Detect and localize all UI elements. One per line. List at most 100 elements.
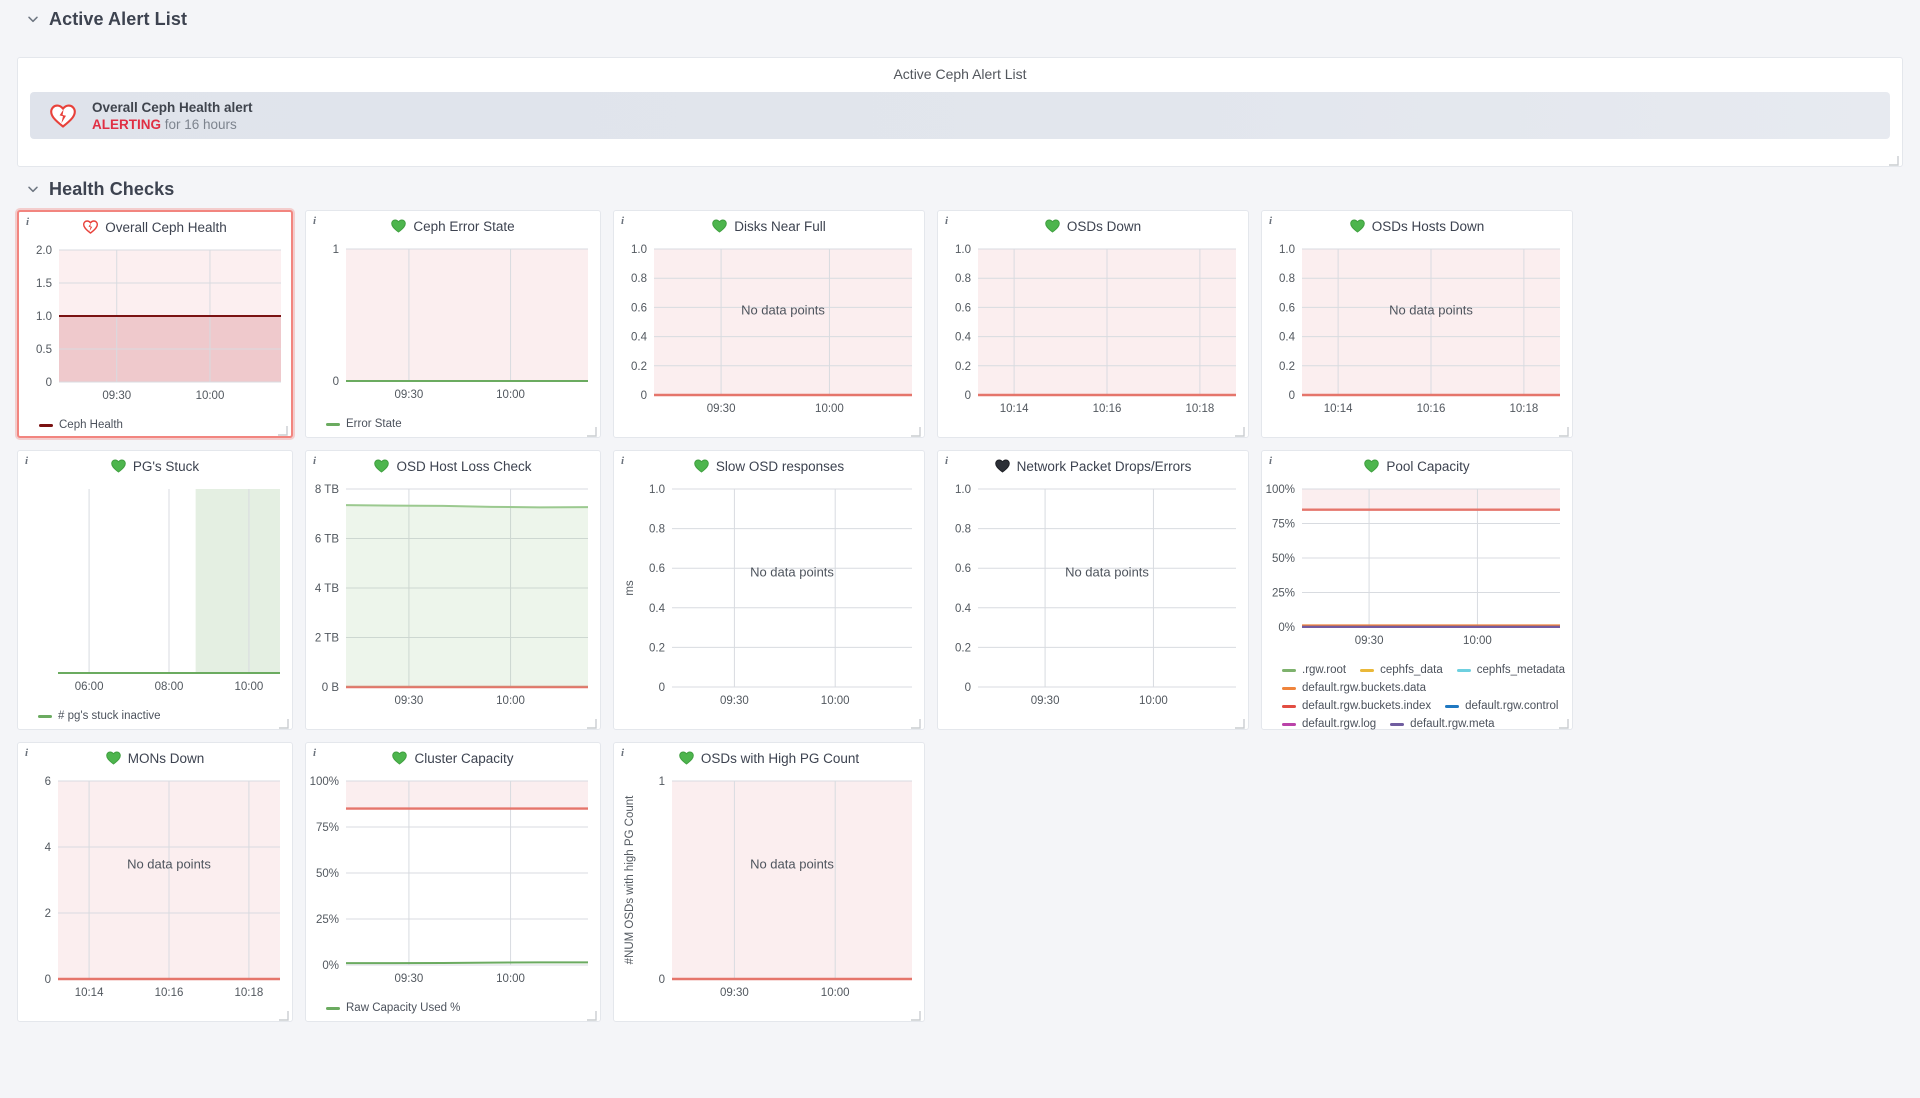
panel-chart[interactable]: 0109:3010:00 (306, 241, 600, 411)
panel-osds-with-high-pg-count[interactable]: iOSDs with High PG Count0109:3010:00No d… (613, 742, 925, 1022)
panel-resize-handle[interactable] (278, 1008, 289, 1019)
panel-chart[interactable]: 0%25%50%75%100%09:3010:00 (1262, 481, 1572, 657)
panel-mons-down[interactable]: iMONs Down024610:1410:1610:18No data poi… (17, 742, 293, 1022)
panel-resize-handle[interactable] (278, 716, 289, 727)
panel-chart[interactable]: 0109:3010:00No data points#NUM OSDs with… (614, 773, 924, 1009)
svg-text:10:00: 10:00 (496, 695, 525, 707)
panel-chart[interactable]: 00.20.40.60.81.009:3010:00No data points… (614, 481, 924, 717)
alert-list-item[interactable]: Overall Ceph Health alert ALERTING for 1… (30, 92, 1890, 139)
legend-item[interactable]: default.rgw.control (1445, 699, 1558, 714)
svg-text:0.4: 0.4 (631, 332, 648, 344)
panel-disks-near-full[interactable]: iDisks Near Full00.20.40.60.81.009:3010:… (613, 210, 925, 438)
panel-resize-handle[interactable] (910, 424, 921, 435)
info-icon[interactable]: i (313, 747, 316, 759)
heart-green-icon (111, 459, 126, 473)
info-icon[interactable]: i (25, 747, 28, 759)
info-icon[interactable]: i (621, 455, 624, 467)
legend-item[interactable]: Error State (326, 417, 402, 432)
svg-text:10:00: 10:00 (821, 987, 850, 999)
panel-header: iOSD Host Loss Check (306, 451, 600, 481)
panel-pgs-stuck[interactable]: iPG's Stuck06:0008:0010:00# pg's stuck i… (17, 450, 293, 730)
svg-text:0.5: 0.5 (36, 344, 52, 356)
svg-text:0.8: 0.8 (1279, 273, 1295, 285)
legend-item[interactable]: .rgw.root (1282, 663, 1346, 678)
panel-chart[interactable]: 0 B2 TB4 TB6 TB8 TB09:3010:00 (306, 481, 600, 717)
legend-item[interactable]: cephfs_data (1360, 663, 1443, 678)
legend-color-swatch (1282, 687, 1296, 690)
svg-text:0: 0 (45, 974, 51, 986)
svg-text:10:16: 10:16 (1417, 403, 1446, 415)
panel-chart[interactable]: 00.20.40.60.81.009:3010:00No data points (614, 241, 924, 425)
info-icon[interactable]: i (945, 215, 948, 227)
panel-chart[interactable]: 00.51.01.52.009:3010:00 (19, 242, 291, 412)
row-header-active-alert-list[interactable]: Active Alert List (0, 0, 1920, 38)
no-data-message: No data points (127, 857, 211, 872)
legend-item[interactable]: # pg's stuck inactive (38, 709, 161, 724)
panel-resize-handle[interactable] (1234, 424, 1245, 435)
panel-resize-handle[interactable] (1234, 716, 1245, 727)
legend-color-swatch (1445, 705, 1459, 708)
svg-text:09:30: 09:30 (395, 695, 424, 707)
info-icon[interactable]: i (1269, 455, 1272, 467)
panel-resize-handle[interactable] (910, 716, 921, 727)
legend-label: Ceph Health (59, 418, 123, 433)
legend-item[interactable]: default.rgw.meta (1390, 717, 1494, 732)
panel-chart[interactable]: 06:0008:0010:00 (18, 481, 292, 703)
row-header-health-checks[interactable]: Health Checks (0, 170, 174, 208)
legend-item[interactable]: default.rgw.buckets.index (1282, 699, 1431, 714)
info-icon[interactable]: i (1269, 215, 1272, 227)
legend-color-swatch (326, 1007, 340, 1010)
panel-resize-handle[interactable] (586, 424, 597, 435)
legend-item[interactable]: Ceph Health (39, 418, 123, 433)
legend-label: # pg's stuck inactive (58, 709, 161, 724)
legend-item[interactable]: cephfs_metadata (1457, 663, 1565, 678)
legend-item[interactable]: Raw Capacity Used % (326, 1001, 460, 1016)
panel-resize-handle[interactable] (586, 716, 597, 727)
panel-chart[interactable]: 024610:1410:1610:18No data points (18, 773, 292, 1009)
legend-label: cephfs_data (1380, 663, 1443, 678)
panel-resize-handle[interactable] (1558, 716, 1569, 727)
legend-item[interactable]: default.rgw.buckets.data (1282, 681, 1426, 696)
svg-text:09:30: 09:30 (1031, 695, 1060, 707)
panel-resize-handle[interactable] (1558, 424, 1569, 435)
legend-label: .rgw.root (1302, 663, 1346, 678)
info-icon[interactable]: i (313, 215, 316, 227)
alert-duration: for 16 hours (165, 117, 237, 132)
panel-resize-handle[interactable] (1888, 153, 1899, 164)
info-icon[interactable]: i (945, 455, 948, 467)
legend-item[interactable]: default.rgw.log (1282, 717, 1376, 732)
panel-resize-handle[interactable] (586, 1008, 597, 1019)
panel-chart[interactable]: 0%25%50%75%100%09:3010:00 (306, 773, 600, 995)
panel-osds-down[interactable]: iOSDs Down00.20.40.60.81.010:1410:1610:1… (937, 210, 1249, 438)
info-icon[interactable]: i (313, 455, 316, 467)
panel-overall-ceph-health[interactable]: iOverall Ceph Health00.51.01.52.009:3010… (17, 210, 293, 438)
svg-text:0.2: 0.2 (649, 642, 665, 654)
svg-text:06:00: 06:00 (75, 681, 104, 693)
panel-ceph-error-state[interactable]: iCeph Error State0109:3010:00Error State (305, 210, 601, 438)
panel-resize-handle[interactable] (910, 1008, 921, 1019)
panel-slow-osd-responses[interactable]: iSlow OSD responses00.20.40.60.81.009:30… (613, 450, 925, 730)
panel-resize-handle[interactable] (277, 423, 288, 434)
svg-text:0.2: 0.2 (955, 361, 971, 373)
svg-text:10:18: 10:18 (1509, 403, 1538, 415)
heart-green-icon (392, 751, 407, 765)
svg-text:100%: 100% (1266, 484, 1295, 496)
chart-legend: Error State (306, 411, 600, 432)
panel-osds-hosts-down[interactable]: iOSDs Hosts Down00.20.40.60.81.010:1410:… (1261, 210, 1573, 438)
panel-chart[interactable]: 00.20.40.60.81.010:1410:1610:18 (938, 241, 1248, 425)
panel-chart[interactable]: 00.20.40.60.81.010:1410:1610:18No data p… (1262, 241, 1572, 425)
info-icon[interactable]: i (621, 215, 624, 227)
panel-header: iSlow OSD responses (614, 451, 924, 481)
panel-osd-host-loss-check[interactable]: iOSD Host Loss Check0 B2 TB4 TB6 TB8 TB0… (305, 450, 601, 730)
heart-green-icon (391, 219, 406, 233)
panel-cluster-capacity[interactable]: iCluster Capacity0%25%50%75%100%09:3010:… (305, 742, 601, 1022)
panel-pool-capacity[interactable]: iPool Capacity0%25%50%75%100%09:3010:00.… (1261, 450, 1573, 730)
heart-green-icon (1350, 219, 1365, 233)
chart-legend: .rgw.root cephfs_data cephfs_metadatadefau… (1262, 657, 1572, 732)
info-icon[interactable]: i (621, 747, 624, 759)
panel-network-packet-drops-errors[interactable]: iNetwork Packet Drops/Errors00.20.40.60.… (937, 450, 1249, 730)
panel-chart[interactable]: 00.20.40.60.81.009:3010:00No data points (938, 481, 1248, 717)
info-icon[interactable]: i (26, 216, 29, 228)
info-icon[interactable]: i (25, 455, 28, 467)
heart-broken-icon (83, 220, 98, 234)
